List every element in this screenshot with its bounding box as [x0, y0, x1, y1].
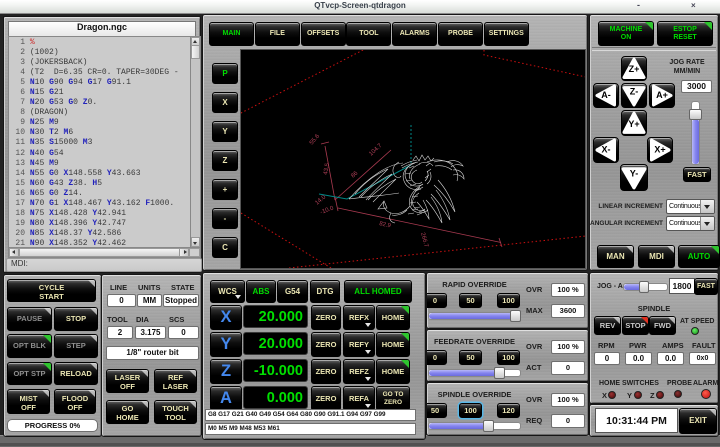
svg-text:86: 86: [350, 170, 359, 179]
svg-text:-10.0: -10.0: [320, 205, 336, 216]
svg-text:14.0: 14.0: [314, 194, 327, 207]
svg-text:266.7: 266.7: [419, 232, 429, 249]
svg-text:A+: A+: [656, 90, 668, 100]
svg-text:Z-: Z-: [630, 87, 639, 97]
svg-text:Y+: Y+: [628, 119, 639, 129]
svg-text:55.6: 55.6: [309, 133, 322, 146]
svg-text:X+: X+: [654, 144, 665, 154]
svg-text:X-: X-: [602, 144, 611, 154]
svg-text:82.9: 82.9: [379, 221, 392, 229]
svg-text:104.7: 104.7: [368, 143, 384, 158]
svg-text:A-: A-: [601, 90, 611, 100]
svg-text:Z+: Z+: [629, 64, 640, 74]
svg-text:Y-: Y-: [630, 169, 639, 179]
